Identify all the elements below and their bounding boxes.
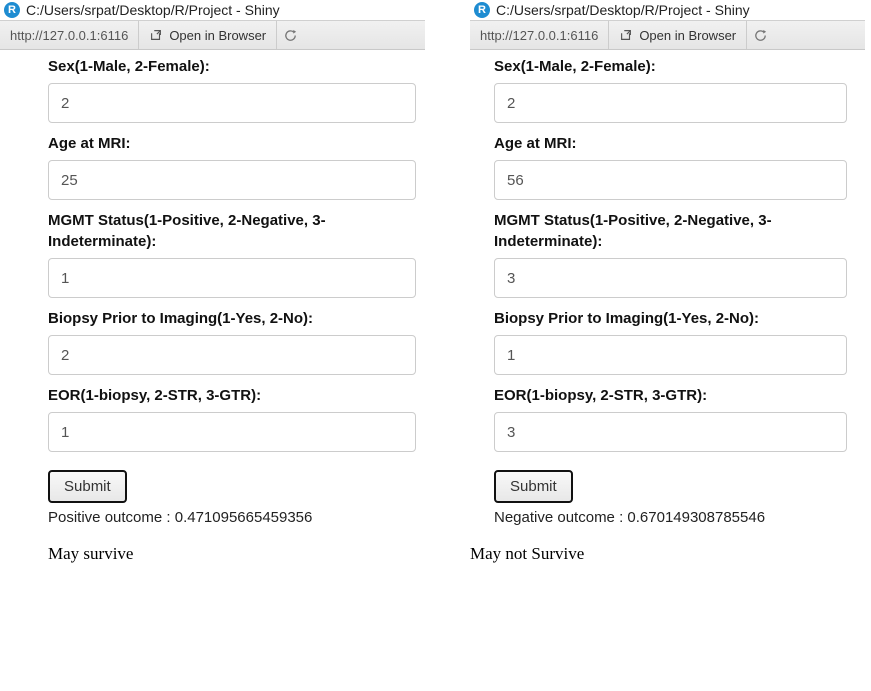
submit-button[interactable]: Submit bbox=[494, 470, 573, 503]
field-sex: Sex(1-Male, 2-Female): bbox=[48, 56, 416, 123]
label-sex: Sex(1-Male, 2-Female): bbox=[48, 56, 416, 77]
input-biopsy[interactable] bbox=[48, 335, 416, 375]
label-eor: EOR(1-biopsy, 2-STR, 3-GTR): bbox=[48, 385, 416, 406]
r-icon: R bbox=[474, 2, 490, 18]
outcome-text: Positive outcome : 0.471095665459356 bbox=[48, 509, 416, 526]
open-browser-label: Open in Browser bbox=[169, 28, 266, 43]
label-biopsy: Biopsy Prior to Imaging(1-Yes, 2-No): bbox=[494, 308, 847, 329]
input-age[interactable] bbox=[48, 160, 416, 200]
input-eor[interactable] bbox=[494, 412, 847, 452]
pane-right: R C:/Users/srpat/Desktop/R/Project - Shi… bbox=[440, 0, 871, 691]
caption: May survive bbox=[0, 544, 440, 564]
address-bar[interactable]: http://127.0.0.1:6116 bbox=[0, 21, 139, 49]
input-biopsy[interactable] bbox=[494, 335, 847, 375]
field-biopsy: Biopsy Prior to Imaging(1-Yes, 2-No): bbox=[48, 308, 416, 375]
input-sex[interactable] bbox=[494, 83, 847, 123]
input-sex[interactable] bbox=[48, 83, 416, 123]
window-title: C:/Users/srpat/Desktop/R/Project - Shiny bbox=[26, 2, 280, 18]
label-age: Age at MRI: bbox=[494, 133, 847, 154]
field-mgmt: MGMT Status(1-Positive, 2-Negative, 3-In… bbox=[48, 210, 416, 298]
field-eor: EOR(1-biopsy, 2-STR, 3-GTR): bbox=[494, 385, 847, 452]
window-title-bar: R C:/Users/srpat/Desktop/R/Project - Shi… bbox=[0, 0, 425, 20]
input-mgmt[interactable] bbox=[48, 258, 416, 298]
field-eor: EOR(1-biopsy, 2-STR, 3-GTR): bbox=[48, 385, 416, 452]
field-biopsy: Biopsy Prior to Imaging(1-Yes, 2-No): bbox=[494, 308, 847, 375]
label-mgmt: MGMT Status(1-Positive, 2-Negative, 3-In… bbox=[48, 210, 416, 252]
toolbar: http://127.0.0.1:6116 Open in Browser bbox=[470, 20, 865, 50]
field-mgmt: MGMT Status(1-Positive, 2-Negative, 3-In… bbox=[494, 210, 847, 298]
label-mgmt: MGMT Status(1-Positive, 2-Negative, 3-In… bbox=[494, 210, 847, 252]
label-sex: Sex(1-Male, 2-Female): bbox=[494, 56, 847, 77]
popout-icon bbox=[619, 28, 633, 42]
caption: May not Survive bbox=[470, 544, 871, 564]
label-eor: EOR(1-biopsy, 2-STR, 3-GTR): bbox=[494, 385, 847, 406]
open-browser-label: Open in Browser bbox=[639, 28, 736, 43]
r-icon: R bbox=[4, 2, 20, 18]
popout-icon bbox=[149, 28, 163, 42]
form-area: Sex(1-Male, 2-Female): Age at MRI: MGMT … bbox=[0, 50, 440, 526]
pane-left: R C:/Users/srpat/Desktop/R/Project - Shi… bbox=[0, 0, 440, 691]
label-age: Age at MRI: bbox=[48, 133, 416, 154]
reload-button[interactable] bbox=[747, 21, 773, 49]
address-bar[interactable]: http://127.0.0.1:6116 bbox=[470, 21, 609, 49]
window-title: C:/Users/srpat/Desktop/R/Project - Shiny bbox=[496, 2, 750, 18]
label-biopsy: Biopsy Prior to Imaging(1-Yes, 2-No): bbox=[48, 308, 416, 329]
input-age[interactable] bbox=[494, 160, 847, 200]
input-mgmt[interactable] bbox=[494, 258, 847, 298]
field-age: Age at MRI: bbox=[494, 133, 847, 200]
window-title-bar: R C:/Users/srpat/Desktop/R/Project - Shi… bbox=[470, 0, 865, 20]
field-sex: Sex(1-Male, 2-Female): bbox=[494, 56, 847, 123]
open-in-browser-button[interactable]: Open in Browser bbox=[609, 21, 747, 49]
toolbar: http://127.0.0.1:6116 Open in Browser bbox=[0, 20, 425, 50]
input-eor[interactable] bbox=[48, 412, 416, 452]
field-age: Age at MRI: bbox=[48, 133, 416, 200]
form-area: Sex(1-Male, 2-Female): Age at MRI: MGMT … bbox=[470, 50, 871, 526]
submit-button[interactable]: Submit bbox=[48, 470, 127, 503]
open-in-browser-button[interactable]: Open in Browser bbox=[139, 21, 277, 49]
outcome-text: Negative outcome : 0.670149308785546 bbox=[494, 509, 847, 526]
reload-button[interactable] bbox=[277, 21, 303, 49]
